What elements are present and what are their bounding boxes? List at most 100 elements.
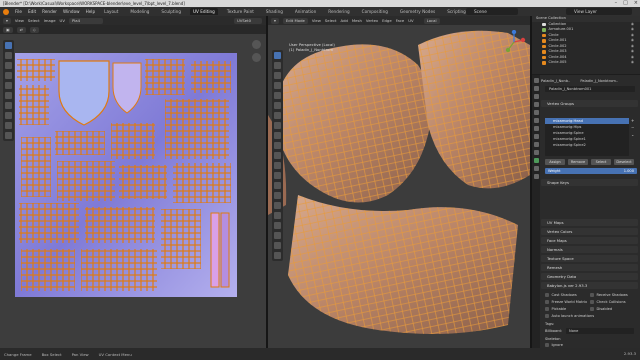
mesh-data-tab-icon[interactable] bbox=[533, 158, 539, 163]
poly-build-tool-icon[interactable] bbox=[274, 192, 281, 199]
vp-menu-vertex[interactable]: Vertex bbox=[366, 18, 378, 23]
vp-menu-uv[interactable]: UV bbox=[408, 18, 413, 23]
material-tab-icon[interactable] bbox=[533, 166, 539, 171]
remesh-panel-header[interactable]: Remesh bbox=[541, 264, 638, 271]
vp-menu-view[interactable]: View bbox=[312, 18, 321, 23]
scene-selector[interactable]: Scene bbox=[466, 8, 518, 15]
tool-tab-icon[interactable] bbox=[533, 78, 539, 83]
rip-tool-icon[interactable] bbox=[274, 252, 281, 259]
deselect-button[interactable]: Deselect bbox=[614, 159, 634, 165]
tab-animation[interactable]: Animation bbox=[292, 8, 319, 15]
transform-tool-icon[interactable] bbox=[5, 92, 12, 99]
modifier-tab-icon[interactable] bbox=[533, 134, 539, 139]
geometry-data-panel-header[interactable]: Geometry Data bbox=[541, 273, 638, 280]
normals-panel-header[interactable]: Normals bbox=[541, 246, 638, 253]
uv-map-selector[interactable]: UVSet0 bbox=[234, 17, 262, 24]
zoom-icon[interactable] bbox=[252, 40, 261, 49]
minimize-icon[interactable]: – bbox=[615, 0, 618, 7]
rotate-3d-tool-icon[interactable] bbox=[274, 82, 281, 89]
spin-tool-icon[interactable] bbox=[274, 202, 281, 209]
mode-selector[interactable]: Edit Mode bbox=[282, 17, 308, 24]
knife-tool-icon[interactable] bbox=[274, 182, 281, 189]
disabled-checkbox[interactable]: Disabled bbox=[590, 306, 612, 312]
billboard-dropdown[interactable]: None bbox=[566, 328, 634, 334]
output-tab-icon[interactable] bbox=[533, 94, 539, 99]
tweak-tool-icon[interactable] bbox=[5, 42, 12, 49]
tab-layout[interactable]: Layout bbox=[101, 8, 121, 15]
tab-rendering[interactable]: Rendering bbox=[325, 8, 352, 15]
cursor-tool-icon[interactable] bbox=[5, 52, 12, 59]
tab-uv-editing[interactable]: UV Editing bbox=[189, 8, 218, 15]
tab-geometry-nodes[interactable]: Geometry Nodes bbox=[397, 8, 438, 15]
list-item[interactable]: mixamorig:Spine2 bbox=[545, 142, 629, 148]
rotate-tool-icon[interactable] bbox=[5, 72, 12, 79]
cast-shadows-checkbox[interactable]: Cast Shadows bbox=[545, 292, 577, 298]
editor-type-button[interactable]: ▾ bbox=[3, 17, 11, 24]
annotate-tool-icon[interactable] bbox=[5, 102, 12, 109]
close-icon[interactable]: × bbox=[634, 0, 638, 7]
add-group-icon[interactable]: + bbox=[631, 118, 634, 123]
uv-menu-view[interactable]: View bbox=[15, 18, 24, 23]
render-tab-icon[interactable] bbox=[533, 86, 539, 91]
vp-menu-face[interactable]: Face bbox=[396, 18, 405, 23]
uv-sync-button[interactable]: ⇄ bbox=[16, 26, 26, 33]
uv-menu-select[interactable]: Select bbox=[28, 18, 40, 23]
smooth-tool-icon[interactable] bbox=[274, 212, 281, 219]
vp-menu-edge[interactable]: Edge bbox=[382, 18, 392, 23]
shear-tool-icon[interactable] bbox=[274, 242, 281, 249]
uv-texture-image[interactable] bbox=[15, 53, 237, 297]
face-maps-panel-header[interactable]: Face Maps bbox=[541, 237, 638, 244]
blender-logo-icon[interactable] bbox=[3, 8, 9, 15]
tab-modeling[interactable]: Modeling bbox=[127, 8, 152, 15]
object-tab-icon[interactable] bbox=[533, 126, 539, 131]
viewport-3d[interactable] bbox=[268, 25, 530, 348]
vp-menu-add[interactable]: Add bbox=[341, 18, 348, 23]
view-layer-selector[interactable]: View Layer bbox=[566, 8, 632, 15]
relax-tool-icon[interactable] bbox=[5, 122, 12, 129]
loop-cut-tool-icon[interactable] bbox=[274, 172, 281, 179]
annotate-3d-tool-icon[interactable] bbox=[274, 112, 281, 119]
move-tool-icon[interactable] bbox=[5, 62, 12, 69]
select-box-tool-icon[interactable] bbox=[274, 52, 281, 59]
world-tab-icon[interactable] bbox=[533, 118, 539, 123]
bevel-tool-icon[interactable] bbox=[274, 162, 281, 169]
physics-tab-icon[interactable] bbox=[533, 150, 539, 155]
inset-tool-icon[interactable] bbox=[274, 152, 281, 159]
cursor-3d-tool-icon[interactable] bbox=[274, 62, 281, 69]
scene-tab-icon[interactable] bbox=[533, 110, 539, 115]
uv-menu-uv[interactable]: UV bbox=[60, 18, 65, 23]
vertex-colors-panel-header[interactable]: Vertex Colors bbox=[541, 228, 638, 235]
uv-sticky-button[interactable]: ◇ bbox=[29, 26, 39, 33]
edge-slide-tool-icon[interactable] bbox=[274, 222, 281, 229]
move-3d-tool-icon[interactable] bbox=[274, 72, 281, 79]
vertex-groups-panel-header[interactable]: Vertex Groups bbox=[541, 100, 638, 107]
menu-file[interactable]: File bbox=[15, 9, 22, 14]
check-collisions-checkbox[interactable]: Check Collisions bbox=[590, 299, 626, 305]
group-menu-icon[interactable]: ⌄ bbox=[631, 132, 634, 137]
transform-orientation[interactable]: Local bbox=[423, 17, 440, 24]
menu-window[interactable]: Window bbox=[63, 9, 80, 14]
assign-button[interactable]: Assign bbox=[545, 159, 565, 165]
tab-texture-paint[interactable]: Texture Paint bbox=[224, 8, 257, 15]
vp-menu-select[interactable]: Select bbox=[325, 18, 337, 23]
receive-shadows-checkbox[interactable]: Receive Shadows bbox=[590, 292, 628, 298]
uv-maps-panel-header[interactable]: UV Maps bbox=[541, 219, 638, 226]
remove-button[interactable]: Remove bbox=[568, 159, 588, 165]
menu-edit[interactable]: Edit bbox=[28, 9, 36, 14]
transform-3d-tool-icon[interactable] bbox=[274, 102, 281, 109]
babylon-panel-header[interactable]: Babylon.js ver 2.93.3 bbox=[541, 282, 638, 289]
uv-select-mode-button[interactable]: ▣ bbox=[3, 26, 13, 33]
shape-keys-panel-header[interactable]: Shape Keys bbox=[541, 179, 638, 186]
scale-tool-icon[interactable] bbox=[5, 82, 12, 89]
shrink-tool-icon[interactable] bbox=[274, 232, 281, 239]
view-layer-tab-icon[interactable] bbox=[533, 102, 539, 107]
mesh-data-name-field[interactable]: Paladin_J_Nonbtrom001 bbox=[545, 86, 635, 92]
measure-tool-icon[interactable] bbox=[274, 122, 281, 129]
texture-tab-icon[interactable] bbox=[533, 174, 539, 179]
menu-render[interactable]: Render bbox=[42, 9, 57, 14]
auto-launch-animations-checkbox[interactable]: Auto launch animations bbox=[545, 313, 594, 319]
tab-shading[interactable]: Shading bbox=[263, 8, 286, 15]
add-cube-tool-icon[interactable] bbox=[274, 132, 281, 139]
maximize-icon[interactable]: □ bbox=[623, 0, 628, 7]
grab-tool-icon[interactable] bbox=[5, 112, 12, 119]
